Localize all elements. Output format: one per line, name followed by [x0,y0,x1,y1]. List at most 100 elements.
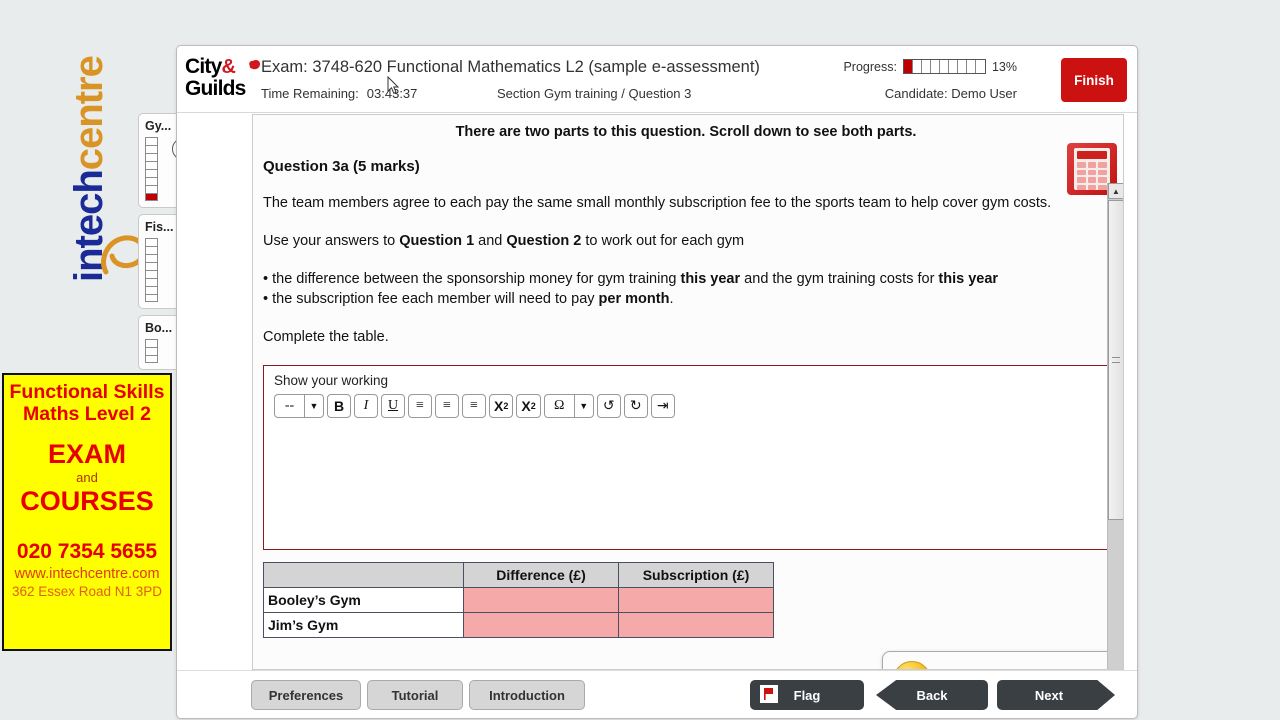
time-remaining: Time Remaining: 03:43:37 [261,86,417,101]
style-select-value[interactable]: -- [274,394,304,418]
chevron-down-icon[interactable]: ▼ [304,394,324,418]
flag-icon [760,685,778,703]
redo-button[interactable]: ↻ [623,394,648,418]
undo-button[interactable]: ↺ [596,394,621,418]
ad-exam-text: EXAM [47,439,126,469]
q2-bold-2: Question 2 [506,233,582,249]
next-button[interactable]: Next [997,680,1115,710]
italic-button[interactable]: I [354,394,378,418]
working-label: Show your working [274,373,389,388]
back-button[interactable]: Back [876,680,988,710]
table-row: Booley’s Gym [263,587,774,613]
table-row-label: Jim’s Gym [263,612,464,638]
answer-cell-subscription[interactable] [618,587,774,613]
section-tab-1[interactable]: Fis... [138,214,180,309]
b1-pre: • the difference between the sponsorship… [263,271,681,287]
align-right-button[interactable]: ≡ [462,394,486,418]
symbol-button[interactable]: Ω [543,394,574,418]
question-bullets: • the difference between the sponsorship… [263,269,1109,309]
symbol-group[interactable]: Ω ▼ [543,394,594,418]
meter-segment [145,347,158,355]
align-left-button[interactable]: ≡ [408,394,432,418]
subscript-mark: 2 [503,401,509,411]
scroll-up-arrow[interactable]: ▲ [1108,183,1123,199]
answer-cell-difference[interactable] [463,587,619,613]
align-center-button[interactable]: ≡ [435,394,459,418]
indent-button[interactable]: ⇥ [650,394,675,418]
section-tab-2[interactable]: Bo... [138,315,180,370]
question-bullet-2: • the subscription fee each member will … [263,289,1109,309]
ad-line-1: Functional Skills [9,381,165,403]
bold-button[interactable]: B [327,394,351,418]
finish-button[interactable]: Finish [1061,58,1127,102]
exam-header: City& Guilds Exam: 3748-620 Functional M… [177,46,1137,113]
section-tab-label: Gy... [145,119,172,133]
down-arrow-icon [893,661,931,669]
meter-segment [145,339,158,347]
question-paragraph-1: The team members agree to each pay the s… [263,195,1052,211]
meter-segment [145,246,158,254]
answer-cell-difference[interactable] [463,612,619,638]
question-paragraph-3: Complete the table. [263,329,389,345]
progress-segment [966,60,976,73]
progress-bar [902,59,986,74]
answer-table: Difference (£) Subscription (£) Booley’s … [263,562,774,638]
time-remaining-value: 03:43:37 [366,86,418,101]
style-select-group[interactable]: -- ▼ [274,394,324,418]
editor-toolbar: -- ▼ B I U ≡ ≡ ≡ X2 X2 Ω ▼ ↺ ↻ ⇥ [264,388,1108,418]
meter-segment [145,177,158,185]
page-title: Exam: 3748-620 Functional Mathematics L2… [261,58,760,76]
meter-segment [145,185,158,193]
progress-segment [903,60,913,73]
meter-segment [145,278,158,286]
question-paragraph-2: Use your answers to Question 1 and Quest… [263,231,1109,251]
cg-ampersand: & [221,56,236,78]
logo-text-centre: centre [67,56,111,171]
ad-phone-number: 020 7354 5655 [16,540,158,563]
answer-cell-subscription[interactable] [618,612,774,638]
superscript-button[interactable]: X2 [516,394,541,418]
progress-segment [975,60,985,73]
progress-indicator: Progress: 13% [843,59,1017,74]
section-tab-label: Bo... [145,321,173,335]
underline-button[interactable]: U [381,394,405,418]
question-bullet-1: • the difference between the sponsorship… [263,269,1109,289]
tutorial-button[interactable]: Tutorial [367,680,463,710]
meter-segment [145,286,158,294]
flag-button[interactable]: Flag [750,680,864,710]
ad-line-2: Maths Level 2 [23,403,151,425]
advertisement-panel: Functional Skills Maths Level 2 EXAM and… [2,373,172,651]
section-progress-meter [145,238,158,302]
q2-post: to work out for each gym [581,233,745,249]
b2-post: . [669,291,674,307]
superscript-mark: 2 [530,401,536,411]
superscript-base: X [521,398,531,414]
table-header-row: Difference (£) Subscription (£) [263,562,774,588]
table-column-header: Difference (£) [463,562,619,588]
progress-segment [912,60,922,73]
subscript-button[interactable]: X2 [489,394,514,418]
meter-segment [145,294,158,302]
introduction-button[interactable]: Introduction [469,680,585,710]
table-column-header: Subscription (£) [618,562,774,588]
progress-label: Progress: [843,59,897,74]
meter-segment [145,193,158,201]
cg-text-guilds: Guilds [185,77,246,100]
preferences-button[interactable]: Preferences [251,680,361,710]
city-and-guilds-logo: City& Guilds [185,56,267,102]
section-tab-0[interactable]: Gy... [138,113,180,208]
question-heading: Question 3a (5 marks) [263,158,420,175]
vertical-scrollbar[interactable]: ▲ ▼ [1107,183,1123,669]
progress-segment [921,60,931,73]
scrollbar-thumb[interactable] [1108,200,1123,520]
q2-bold-1: Question 1 [399,233,475,249]
meter-segment [145,153,158,161]
meter-segment [145,355,158,363]
working-textarea[interactable] [264,434,1108,549]
cg-text-city: City [185,55,222,78]
symbol-chevron-down-icon[interactable]: ▼ [573,394,594,418]
exam-window: City& Guilds Exam: 3748-620 Functional M… [176,45,1138,719]
ad-website: www.intechcentre.com [14,566,160,582]
meter-segment [145,238,158,246]
calculator-keys [1077,162,1107,190]
